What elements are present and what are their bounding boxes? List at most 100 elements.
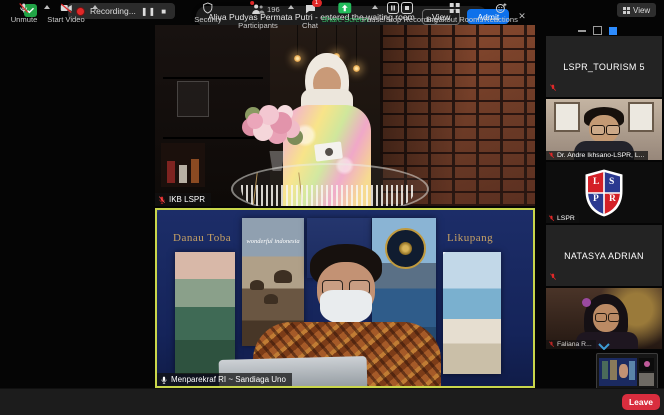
hanging-bulb <box>353 65 360 72</box>
preview-logo-dot <box>644 361 650 367</box>
bulb-wire <box>297 25 298 55</box>
participant-name: Faliana R... <box>557 341 592 348</box>
participant-name: LSPR <box>557 215 575 222</box>
unmute-button[interactable]: Unmute <box>11 2 38 24</box>
pause-stop-recording-icon <box>387 2 413 14</box>
participant-name: NATASYA ADRIAN <box>564 251 644 261</box>
shelf-edge <box>163 137 263 139</box>
glasses-lens <box>606 125 620 135</box>
muted-mic-icon <box>549 84 557 94</box>
glass-decor <box>177 81 209 117</box>
participants-options-caret[interactable] <box>288 5 294 9</box>
participant-tile-lspr-tourism[interactable]: LSPR_TOURISM 5 <box>546 36 662 97</box>
preview-tile <box>639 373 654 386</box>
breakout-rooms-button[interactable]: Breakout Rooms <box>427 2 484 24</box>
participant-name: LSPR_TOURISM 5 <box>563 62 645 72</box>
muted-mic-icon <box>548 215 555 222</box>
shield-icon <box>203 2 214 14</box>
stupa-shape <box>264 294 278 304</box>
muted-mic-icon <box>549 273 557 283</box>
cue-card <box>314 141 343 161</box>
stop-recording-icon[interactable]: ■ <box>161 7 167 16</box>
muted-mic-icon <box>18 2 30 14</box>
preview-poster <box>610 360 617 380</box>
table-fringe <box>241 185 415 206</box>
hanging-bulb <box>294 55 301 62</box>
stupa-shape <box>250 280 264 290</box>
collapse-strip-icon[interactable] <box>578 30 586 32</box>
participants-icon: 196 <box>251 2 265 20</box>
security-label: Security <box>194 15 221 24</box>
reactions-label: Reactions <box>484 15 518 24</box>
logo-letter: S <box>609 177 614 187</box>
participant-tile-faliana[interactable]: Faliana R... <box>546 288 662 349</box>
logo-letter: P <box>593 194 599 204</box>
participant-tile-lspr-logo[interactable]: L S P R LSPR <box>546 162 662 223</box>
breakout-rooms-label: Breakout Rooms <box>427 15 484 24</box>
wonderful-indonesia-logo: wonderful indonesia <box>246 238 300 245</box>
share-screen-icon <box>338 2 352 14</box>
glasses-lens <box>595 313 607 322</box>
filmstrip-layout-controls <box>578 26 617 35</box>
preview-main-video <box>599 358 637 386</box>
participant-tile-natasya[interactable]: NATASYA ADRIAN <box>546 225 662 286</box>
zoom-meeting-window: Recording... ❚❚ ■ Aliva Pudyas Permata P… <box>0 0 664 415</box>
muted-mic-icon <box>158 196 166 204</box>
chat-icon: 1 <box>303 2 316 20</box>
face-mask <box>320 290 372 324</box>
reactions-button[interactable]: Reactions <box>484 2 518 24</box>
book <box>179 165 187 183</box>
poster-danau-toba <box>175 252 235 374</box>
participant-name-badge: Faliana R... <box>546 340 596 349</box>
book <box>191 159 199 183</box>
preview-face <box>619 364 628 378</box>
start-video-button[interactable]: Start Video <box>47 2 84 24</box>
logo-letter: L <box>593 177 599 187</box>
unmute-label: Unmute <box>11 15 38 24</box>
participants-label: Participants <box>238 21 278 30</box>
view-layout-button[interactable]: View <box>617 3 656 17</box>
book <box>167 161 175 183</box>
security-button[interactable]: Security <box>194 2 221 24</box>
muted-camera-icon <box>59 2 73 14</box>
leave-button[interactable]: Leave <box>622 394 660 410</box>
main-video-ikb-lspr[interactable]: IKB LSPR <box>155 25 535 206</box>
participants-button[interactable]: 196 Participants <box>238 2 278 30</box>
participant-name: Dr. Andre Ikhsano-LSPR, L... <box>557 152 644 159</box>
chat-badge: 1 <box>311 0 321 7</box>
screen-preview-thumbnail[interactable] <box>596 353 658 391</box>
stupa-shape <box>274 270 292 283</box>
destination-label-danau-toba: Danau Toba <box>173 232 231 244</box>
destination-label-likupang: Likupang <box>447 232 493 244</box>
participant-name: Menparekraf RI ~ Sandiaga Uno <box>171 375 286 384</box>
framed-certificate <box>554 102 580 132</box>
participants-count: 196 <box>267 5 280 14</box>
participant-tile-andre[interactable]: Dr. Andre Ikhsano-LSPR, L... <box>546 99 662 160</box>
single-column-view-icon[interactable] <box>593 26 602 35</box>
preview-tile <box>639 358 654 371</box>
chevron-down-icon[interactable] <box>598 343 610 350</box>
video-options-caret[interactable] <box>92 5 98 9</box>
hair-flower <box>582 298 591 307</box>
muted-mic-icon <box>548 341 555 348</box>
participant-name-badge: Dr. Andre Ikhsano-LSPR, L... <box>546 151 648 160</box>
meeting-toolbar <box>0 388 664 415</box>
chat-label: Chat <box>302 21 318 30</box>
chat-button[interactable]: 1 Chat <box>302 2 318 30</box>
reactions-icon <box>495 2 507 14</box>
poster-likupang <box>443 252 501 374</box>
framed-certificate <box>628 102 654 132</box>
flower-bouquet <box>247 113 263 129</box>
bulb-wire <box>336 25 337 53</box>
pause-recording-icon[interactable]: ❚❚ <box>141 7 156 16</box>
active-mic-icon <box>160 376 168 384</box>
start-video-label: Start Video <box>47 15 84 24</box>
grid-view-icon[interactable] <box>609 27 617 35</box>
shelf-books <box>161 143 205 187</box>
bulb-wire <box>356 25 357 65</box>
participant-name-badge: IKB LSPR <box>155 193 211 206</box>
view-layout-label: View <box>633 6 650 15</box>
kemenparekraf-seal <box>385 228 426 269</box>
glasses-lens <box>591 125 605 135</box>
main-video-sandiaga-uno[interactable]: Danau Toba Likupang M wonderful indonesi… <box>155 208 535 388</box>
